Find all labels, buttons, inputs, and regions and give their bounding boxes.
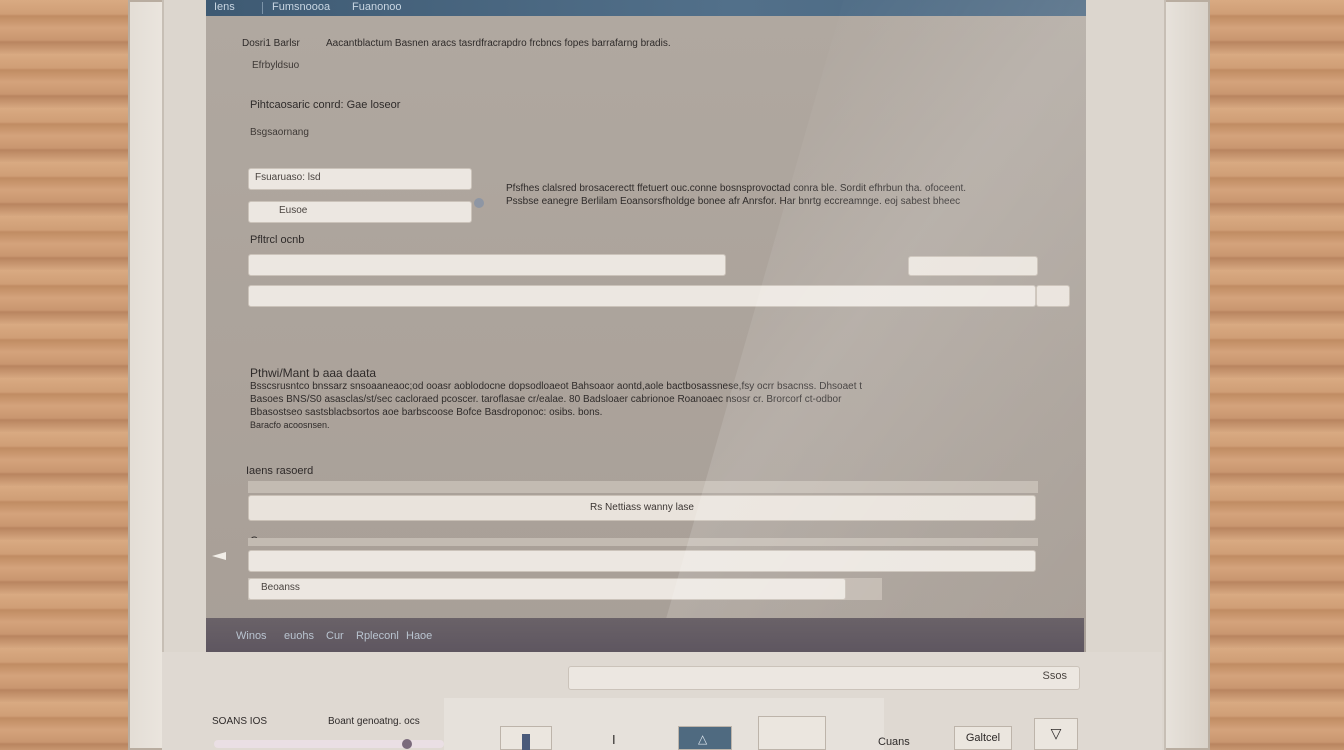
section1-subtitle: Bsgsaornang [250,127,309,138]
browse-button[interactable] [1036,285,1070,307]
bottom-toolbar: Ssos SOANS IOS Boant genoatng. ocs I △ C… [162,652,1162,750]
full-width-input[interactable] [248,285,1036,307]
pointer-arrow-icon [212,552,226,560]
section3-divider-bar [248,481,1038,493]
status-item-4[interactable]: Rpleconl [356,630,399,642]
field-label: Pfltrcl ocnb [250,234,305,246]
status-item-2[interactable]: euohs [284,630,314,642]
tool-bar-icon [522,734,530,750]
status-item-3[interactable]: Cur [326,630,344,642]
application-screen: Iens Fumsnoooa Fuanonoo Dosri1 Barlsr Aa… [206,0,1086,652]
chevron-down-icon[interactable]: ▽ [1034,718,1078,750]
app-title: Iens [214,1,235,13]
section4-input[interactable] [248,550,1036,572]
text-cursor-icon[interactable]: I [612,732,616,747]
bottom-left-label-2: Boant genoatng. ocs [328,716,420,727]
section2-title: Pthwi/Mant b aaa daata [250,366,377,380]
triangle-icon: △ [698,732,708,746]
paragraph-line-3: Bbasostseo sastsblacbsortos aoe barbscoo… [250,407,603,418]
tab-primary[interactable]: Fumsnoooa [272,1,330,13]
paragraph-line-1: Bsscsrusntco bnssarz snsoaaneaoc;od ooas… [250,381,863,392]
header-prefix: Dosri1 Barlsr [242,38,300,49]
status-item-5[interactable]: Haoe [406,630,432,642]
paragraph-line-2: Basoes BNS/S0 asasclas/st/sec cacloraed … [250,394,842,405]
section4-divider-bar [248,538,1038,546]
bottom-search-input[interactable]: Ssos [568,666,1080,690]
bottom-left-label: SOANS IOS [212,716,268,727]
cancel-button[interactable]: Cuans [878,736,910,748]
confirm-button[interactable]: Galtcel [954,726,1012,750]
text-input-1[interactable]: Fsuaruaso: lsd [248,168,472,190]
tool-button-blank[interactable] [758,716,826,750]
title-separator [262,2,263,14]
tab-secondary[interactable]: Fuanonoo [352,1,402,13]
text-input-2[interactable]: Eusoe [248,201,472,223]
title-bar: Iens Fumsnoooa Fuanonoo [206,0,1086,16]
status-bar: Winos euohs Cur Rpleconl Haoe [206,618,1084,652]
description-line-1: Pfsfhes clalsred brosacerectt ffetuert o… [506,183,967,194]
status-item-1[interactable]: Winos [236,630,267,642]
wide-action-button[interactable]: Rs Nettiass wanny lase [248,495,1036,521]
progress-fill: Beoanss [248,578,846,600]
description-line-2: Pssbse eanegre Berlilam Eoansorsfholdge … [506,196,961,207]
paragraph-line-4: Baracfo acoosnsen. [250,420,330,430]
section3-label: Iaens rasoerd [246,465,314,477]
header-text: Aacantblactum Basnen aracs tasrdfracrapd… [326,38,671,49]
sub-link[interactable]: Efrbyldsuo [252,60,299,71]
wide-input[interactable] [248,254,726,276]
side-button[interactable] [908,256,1038,276]
info-knob-icon[interactable] [474,198,484,208]
section1-title: Pihtcaosaric conrd: Gae loseor [250,99,401,111]
bottom-slider-handle[interactable] [402,739,412,749]
